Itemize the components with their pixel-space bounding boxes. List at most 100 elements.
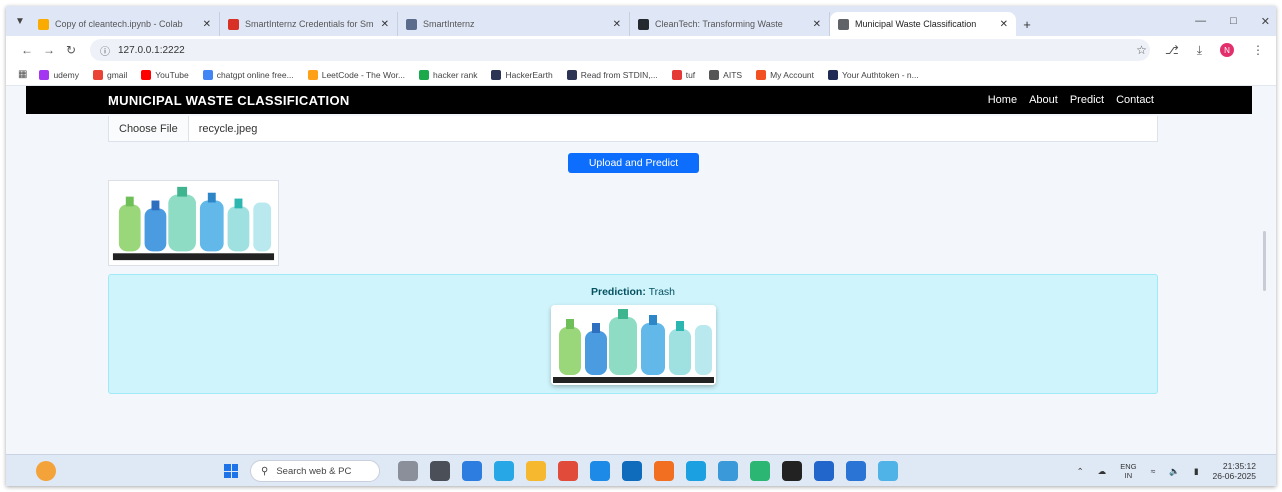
bookmark-star-icon[interactable]: ☆	[1136, 43, 1147, 57]
bookmark-item[interactable]: My Account	[756, 69, 814, 80]
bookmark-favicon-icon	[756, 69, 767, 80]
taskbar-app-icon[interactable]	[686, 461, 706, 481]
tab-strip: ▼ Copy of cleantech.ipynb - Colab ✕ Smar…	[6, 6, 1276, 36]
url-input[interactable]: ⓘ 127.0.0.1:2222	[90, 39, 1150, 61]
taskbar-app-icon[interactable]	[462, 461, 482, 481]
bookmark-label: tuf	[685, 69, 696, 80]
gmail-icon	[228, 18, 239, 30]
nav-contact[interactable]: Contact	[1116, 94, 1154, 106]
close-tab-icon[interactable]: ✕	[1000, 19, 1008, 30]
clock[interactable]: 21:35:12 26-06-2025	[1213, 461, 1256, 481]
bookmark-item[interactable]: HackerEarth	[491, 69, 553, 80]
chevron-up-icon[interactable]: ⌃	[1077, 466, 1084, 477]
nav-about[interactable]: About	[1029, 94, 1058, 106]
browser-tab-cleantech[interactable]: CleanTech: Transforming Waste ✕	[630, 12, 830, 36]
bookmark-item[interactable]: chatgpt online free...	[202, 69, 294, 80]
site-navbar: MUNICIPAL WASTE CLASSIFICATION Home Abou…	[26, 86, 1252, 114]
address-bar: ← → ↻ ⓘ 127.0.0.1:2222 ☆ ⎇ ⤓ N ⋮	[6, 36, 1276, 64]
close-tab-icon[interactable]: ✕	[613, 19, 621, 30]
nav-home[interactable]: Home	[988, 94, 1017, 106]
bookmark-item[interactable]: tuf	[671, 69, 696, 80]
bookmark-item[interactable]: udemy	[39, 69, 79, 80]
taskbar-app-icon[interactable]	[526, 461, 546, 481]
windows-start-icon[interactable]	[224, 464, 238, 478]
taskbar-app-icon[interactable]	[846, 461, 866, 481]
taskbar-app-icon[interactable]	[558, 461, 578, 481]
tab-title: Copy of cleantech.ipynb - Colab	[55, 19, 183, 29]
bookmarks-bar: ▦ udemy gmail YouTube chatgpt online free..…	[6, 64, 1276, 86]
taskbar-search-input[interactable]: ⚲ Search web & PC	[250, 460, 380, 482]
bookmark-label: HackerEarth	[505, 69, 553, 80]
bookmark-favicon-icon	[141, 69, 152, 80]
close-tab-icon[interactable]: ✕	[813, 19, 821, 30]
forward-icon[interactable]: →	[38, 43, 60, 57]
download-icon[interactable]: ⤓	[1197, 43, 1202, 58]
back-icon[interactable]: ←	[16, 43, 38, 57]
upload-predict-button[interactable]: Upload and Predict	[568, 153, 699, 173]
prediction-result-panel: Prediction: Trash	[108, 274, 1158, 394]
site-brand[interactable]: MUNICIPAL WASTE CLASSIFICATION	[108, 93, 350, 108]
restore-icon[interactable]: □	[1230, 15, 1237, 27]
cloud-icon[interactable]: ☁	[1098, 466, 1107, 477]
taskbar-app-icon[interactable]	[718, 461, 738, 481]
smartinternz-icon	[406, 18, 417, 30]
tab-search-icon[interactable]: ▼	[10, 6, 30, 36]
weather-icon[interactable]	[36, 461, 56, 481]
file-input[interactable]: Choose File recycle.jpeg	[108, 116, 1158, 142]
language-indicator[interactable]: ENG IN	[1120, 462, 1136, 480]
taskbar-app-icon[interactable]	[398, 461, 418, 481]
bookmark-item[interactable]: Your Authtoken - n...	[828, 69, 919, 80]
bookmark-label: Read from STDIN,...	[580, 69, 658, 80]
taskbar-search-placeholder: Search web & PC	[276, 465, 352, 477]
volume-icon[interactable]: 🔈	[1169, 466, 1180, 477]
taskbar-app-icon[interactable]	[494, 461, 514, 481]
taskbar-app-icon[interactable]	[782, 461, 802, 481]
choose-file-button[interactable]: Choose File	[109, 116, 189, 141]
prediction-value: Trash	[648, 286, 676, 298]
apps-grid-icon[interactable]: ▦	[18, 69, 27, 80]
uploaded-image-preview	[108, 180, 279, 266]
bookmark-item[interactable]: hacker rank	[419, 69, 477, 80]
nav-predict[interactable]: Predict	[1070, 94, 1104, 106]
nav-links: Home About Predict Contact	[988, 94, 1154, 106]
battery-icon[interactable]: ▮	[1194, 466, 1199, 477]
taskbar-app-icon[interactable]	[750, 461, 770, 481]
close-tab-icon[interactable]: ✕	[381, 19, 389, 30]
reload-icon[interactable]: ↻	[60, 43, 82, 57]
taskbar-app-icon[interactable]	[590, 461, 610, 481]
bookmark-item[interactable]: AITS	[709, 69, 743, 80]
system-tray: ⌃ ☁ ENG IN ≈ 🔈 ▮ 21:35:12 26-06-2025	[1077, 461, 1256, 481]
browser-tab-credentials[interactable]: SmartInternz Credentials for Sm ✕	[220, 12, 398, 36]
new-tab-button[interactable]: +	[1016, 12, 1038, 36]
profile-avatar[interactable]: N	[1220, 43, 1234, 57]
bookmark-label: chatgpt online free...	[216, 69, 294, 80]
browser-tab-smartinternz[interactable]: SmartInternz ✕	[398, 12, 630, 36]
menu-icon[interactable]: ⋮	[1252, 43, 1264, 57]
minimize-icon[interactable]: —	[1195, 15, 1206, 27]
taskbar-app-icon[interactable]	[878, 461, 898, 481]
site-info-icon[interactable]: ⓘ	[100, 43, 110, 58]
bookmark-item[interactable]: Read from STDIN,...	[566, 69, 658, 80]
window-controls: — □ ✕	[1195, 6, 1270, 36]
bookmark-item[interactable]: gmail	[92, 69, 127, 80]
taskbar-app-icon[interactable]	[430, 461, 450, 481]
bookmark-favicon-icon	[491, 69, 502, 80]
bookmark-item[interactable]: YouTube	[141, 69, 189, 80]
extensions-icon[interactable]: ⎇	[1165, 43, 1179, 57]
browser-tab-municipal[interactable]: Municipal Waste Classification ✕	[830, 12, 1016, 36]
bookmark-label: AITS	[723, 69, 743, 80]
close-tab-icon[interactable]: ✕	[203, 19, 211, 30]
search-icon: ⚲	[261, 465, 269, 477]
taskbar-app-icon[interactable]	[654, 461, 674, 481]
lang-bottom: IN	[1124, 471, 1133, 480]
page-scrollbar[interactable]	[1263, 231, 1266, 291]
taskbar-app-icon[interactable]	[622, 461, 642, 481]
close-window-icon[interactable]: ✕	[1261, 15, 1270, 28]
clock-time: 21:35:12	[1222, 461, 1256, 471]
browser-tab-colab[interactable]: Copy of cleantech.ipynb - Colab ✕	[30, 12, 220, 36]
bookmark-item[interactable]: LeetCode - The Wor...	[307, 69, 405, 80]
taskbar-app-icon[interactable]	[814, 461, 834, 481]
bottles-image	[551, 305, 716, 385]
wifi-icon[interactable]: ≈	[1151, 466, 1156, 476]
bookmark-favicon-icon	[419, 69, 430, 80]
